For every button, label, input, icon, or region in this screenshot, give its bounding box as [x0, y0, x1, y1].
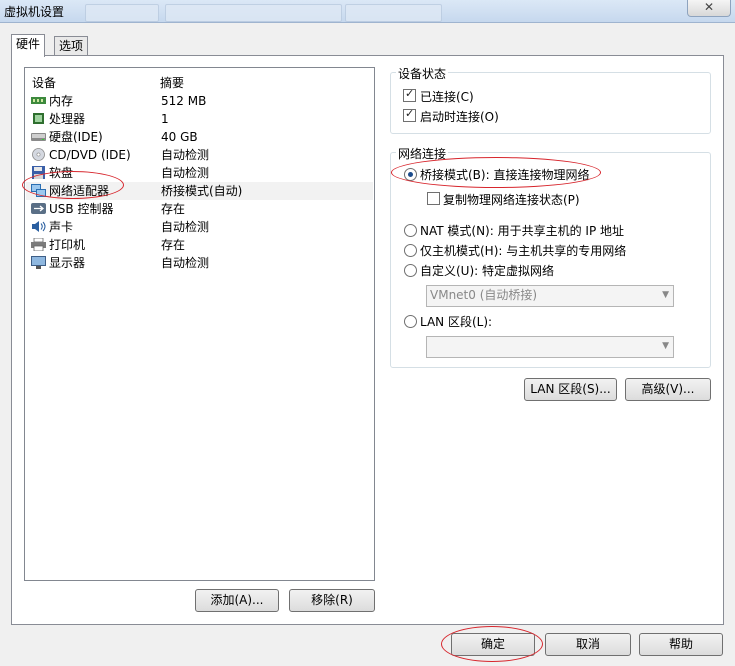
device-summary: 自动检测 — [161, 256, 210, 270]
host-only-label: 仅主机模式(H): 与主机共享的专用网络 — [420, 244, 627, 258]
device-summary: 40 GB — [161, 130, 198, 144]
device-name: 硬盘(IDE) — [49, 130, 103, 144]
device-name: 处理器 — [49, 112, 86, 126]
connected-label: 已连接(C) — [420, 90, 474, 104]
connect-at-power-on-checkbox[interactable] — [403, 107, 416, 122]
help-button[interactable]: 帮助 — [639, 633, 723, 656]
device-list[interactable]: 设备 摘要 内存 512 MB 处理器 1 硬盘(IDE) 40 GB CD/D… — [24, 67, 375, 581]
custom-network-select[interactable]: VMnet0 (自动桥接) ▼ — [426, 285, 674, 307]
lan-segment-label: LAN 区段(L): — [420, 315, 493, 329]
cancel-button[interactable]: 取消 — [545, 633, 631, 656]
custom-label: 自定义(U): 特定虚拟网络 — [420, 264, 555, 278]
device-summary: 1 — [161, 112, 169, 126]
connected-checkbox[interactable] — [403, 87, 416, 102]
display-icon — [31, 256, 46, 269]
sound-card-icon — [32, 221, 46, 232]
printer-icon — [31, 238, 46, 251]
add-device-button-label: 添加(A)... — [210, 593, 264, 607]
chevron-down-icon: ▼ — [662, 290, 669, 300]
device-row-memory[interactable]: 内存 512 MB — [26, 92, 373, 110]
network-adapter-icon — [31, 184, 46, 197]
background-taskbar-tab — [345, 4, 442, 22]
replicate-physical-state-label: 复制物理网络连接状态(P) — [443, 193, 580, 207]
close-icon: ✕ — [703, 0, 715, 14]
column-header-summary: 摘要 — [160, 76, 185, 90]
usb-icon — [31, 203, 46, 214]
device-row-printer[interactable]: 打印机 存在 — [26, 236, 373, 254]
device-summary: 桥接模式(自动) — [161, 184, 243, 198]
add-device-button[interactable]: 添加(A)... — [195, 589, 279, 612]
lan-segment-radio[interactable] — [404, 315, 417, 328]
replicate-physical-state-checkbox[interactable] — [427, 192, 440, 205]
remove-device-button-label: 移除(R) — [311, 593, 353, 607]
host-only-radio[interactable] — [404, 244, 417, 257]
connect-at-power-on-label: 启动时连接(O) — [420, 110, 499, 124]
device-row-processor[interactable]: 处理器 1 — [26, 110, 373, 128]
chevron-down-icon: ▼ — [662, 341, 669, 351]
bridged-radio[interactable] — [404, 168, 417, 181]
cd-dvd-icon — [32, 148, 45, 161]
device-status-group-label: 设备状态 — [396, 65, 449, 82]
device-row-sound-card[interactable]: 声卡 自动检测 — [26, 218, 373, 236]
tab-options[interactable]: 选项 — [54, 36, 89, 57]
cpu-icon — [33, 113, 44, 124]
tab-options-label: 选项 — [59, 39, 84, 53]
device-name: 显示器 — [49, 256, 86, 270]
device-summary: 自动检测 — [161, 148, 210, 162]
lan-segment-select[interactable]: ▼ — [426, 336, 674, 358]
device-summary: 自动检测 — [161, 166, 210, 180]
device-summary: 存在 — [161, 238, 186, 252]
lan-segments-button-label: LAN 区段(S)... — [530, 382, 611, 396]
device-name: 声卡 — [49, 220, 74, 234]
device-name: 软盘 — [49, 166, 74, 180]
device-row-floppy[interactable]: 软盘 自动检测 — [26, 164, 373, 182]
ok-button[interactable]: 确定 — [451, 633, 535, 656]
device-summary: 存在 — [161, 202, 186, 216]
custom-radio[interactable] — [404, 264, 417, 277]
nat-radio[interactable] — [404, 224, 417, 237]
close-button[interactable]: ✕ — [687, 0, 731, 17]
bridged-label: 桥接模式(B): 直接连接物理网络 — [420, 168, 590, 182]
device-name: 网络适配器 — [49, 184, 110, 198]
ok-button-label: 确定 — [480, 637, 505, 651]
device-row-usb-controller[interactable]: USB 控制器 存在 — [26, 200, 373, 218]
device-name: 打印机 — [49, 238, 86, 252]
device-summary: 512 MB — [161, 94, 207, 108]
device-row-display[interactable]: 显示器 自动检测 — [26, 254, 373, 272]
device-row-network-adapter[interactable]: 网络适配器 桥接模式(自动) — [26, 182, 373, 200]
tab-hardware[interactable]: 硬件 — [11, 34, 46, 57]
tab-hardware-label: 硬件 — [16, 37, 41, 51]
help-button-label: 帮助 — [668, 637, 693, 651]
nat-label: NAT 模式(N): 用于共享主机的 IP 地址 — [420, 224, 625, 238]
memory-icon — [31, 97, 46, 104]
window-title: 虚拟机设置 — [4, 5, 65, 19]
cancel-button-label: 取消 — [575, 637, 600, 651]
title-bar: 虚拟机设置 ✕ — [0, 0, 735, 23]
harddisk-icon — [31, 133, 46, 141]
floppy-icon — [32, 166, 45, 179]
custom-network-select-value: VMnet0 (自动桥接) — [430, 288, 538, 302]
background-taskbar-tab — [85, 4, 159, 22]
device-row-cd-dvd[interactable]: CD/DVD (IDE) 自动检测 — [26, 146, 373, 164]
device-name: 内存 — [49, 94, 74, 108]
lan-segments-button[interactable]: LAN 区段(S)... — [524, 378, 617, 401]
device-name: CD/DVD (IDE) — [49, 148, 131, 162]
remove-device-button[interactable]: 移除(R) — [289, 589, 375, 612]
advanced-button[interactable]: 高级(V)... — [625, 378, 711, 401]
network-connection-group-label: 网络连接 — [396, 145, 449, 162]
device-row-harddisk[interactable]: 硬盘(IDE) 40 GB — [26, 128, 373, 146]
advanced-button-label: 高级(V)... — [641, 382, 695, 396]
background-taskbar-tab — [165, 4, 342, 22]
device-summary: 自动检测 — [161, 220, 210, 234]
column-header-device: 设备 — [32, 76, 57, 90]
device-name: USB 控制器 — [49, 202, 114, 216]
